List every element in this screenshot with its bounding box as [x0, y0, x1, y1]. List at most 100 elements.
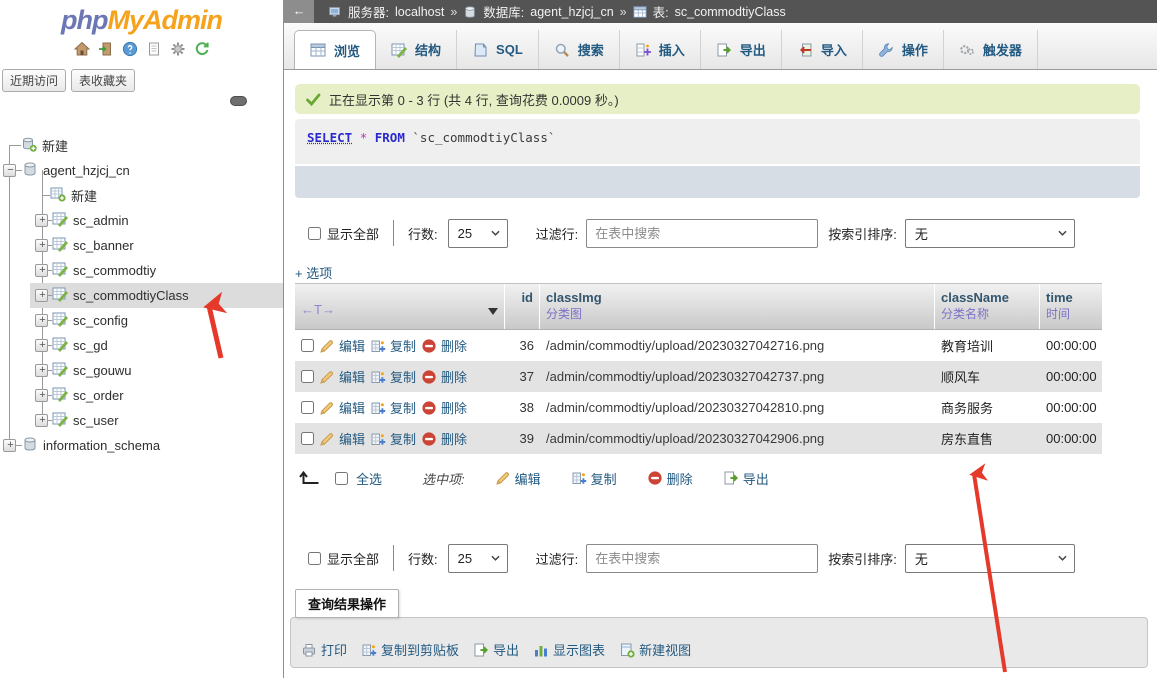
settings-icon[interactable]	[170, 41, 186, 60]
copy-row-link[interactable]: 复制	[370, 367, 416, 386]
copy-row-link[interactable]: 复制	[370, 398, 416, 417]
edit-row-link[interactable]: 编辑	[319, 429, 365, 448]
sort-by-key-select[interactable]: 无	[905, 544, 1075, 573]
recent-tables-button[interactable]: 近期访问	[2, 69, 66, 92]
print-link[interactable]: 打印	[301, 640, 347, 659]
breadcrumb-db-value[interactable]: agent_hzjcj_cn	[530, 5, 613, 19]
navigation-icon-row	[0, 41, 283, 60]
favorite-tables-button[interactable]: 表收藏夹	[71, 69, 135, 92]
tab-operations[interactable]: 操作	[863, 30, 944, 69]
tree-item-sc-commodtiyclass[interactable]: sc_commodtiyClass	[0, 283, 283, 308]
collapse-navigation-icon[interactable]	[230, 96, 247, 106]
tree-item-database-agent-hzjcj-cn[interactable]: agent_hzjcj_cn	[0, 158, 283, 183]
table-icon	[52, 286, 68, 305]
breadcrumb-server-value[interactable]: localhost	[395, 5, 444, 19]
sql-keyword-select[interactable]: SELECT	[307, 130, 352, 145]
options-toggle-link[interactable]: + 选项	[295, 263, 332, 282]
cell-id: 38	[505, 400, 540, 415]
filter-rows-input[interactable]	[586, 219, 818, 248]
tree-item-sc-config[interactable]: sc_config	[0, 308, 283, 333]
column-header-classimg[interactable]: classImg分类图	[540, 284, 935, 329]
logout-icon[interactable]	[98, 41, 114, 60]
expand-plus-icon[interactable]	[35, 339, 48, 352]
tree-item-new-table[interactable]: 新建	[0, 183, 283, 208]
expand-plus-icon[interactable]	[35, 239, 48, 252]
tree-item-sc-order[interactable]: sc_order	[0, 383, 283, 408]
delete-row-link[interactable]: 删除	[421, 429, 467, 448]
display-chart-link[interactable]: 显示图表	[533, 640, 605, 659]
rows-count-select[interactable]: 25	[448, 219, 508, 248]
expand-plus-icon[interactable]	[35, 389, 48, 402]
cell-time: 00:00:00	[1040, 369, 1102, 384]
column-header-classname[interactable]: className分类名称	[935, 284, 1040, 329]
show-all-checkbox[interactable]	[308, 552, 321, 565]
bulk-export-link[interactable]: 导出	[723, 469, 769, 488]
query-results-operations: 打印 复制到剪贴板 导出 显示图表 新建视图	[290, 617, 1148, 668]
expand-plus-icon[interactable]	[35, 264, 48, 277]
edit-row-link[interactable]: 编辑	[319, 367, 365, 386]
delete-row-link[interactable]: 删除	[421, 398, 467, 417]
with-selected-bar: 全选 选中项: 编辑 复制 删除 导出	[295, 460, 769, 496]
check-all-checkbox[interactable]	[335, 472, 348, 485]
row-checkbox[interactable]	[301, 432, 314, 445]
sort-by-key-select[interactable]: 无	[905, 219, 1075, 248]
delete-row-link[interactable]: 删除	[421, 336, 467, 355]
tree-item-sc-admin[interactable]: sc_admin	[0, 208, 283, 233]
tab-export[interactable]: 导出	[701, 30, 782, 69]
database-icon	[463, 5, 477, 19]
breadcrumb-table-value[interactable]: sc_commodtiyClass	[675, 5, 786, 19]
expand-plus-icon[interactable]	[35, 414, 48, 427]
edit-row-link[interactable]: 编辑	[319, 398, 365, 417]
copy-row-link[interactable]: 复制	[370, 336, 416, 355]
export-link[interactable]: 导出	[473, 640, 519, 659]
tab-structure[interactable]: 结构	[376, 30, 457, 69]
tab-triggers[interactable]: 触发器	[944, 30, 1038, 69]
tab-import[interactable]: 导入	[782, 30, 863, 69]
sort-options-icon[interactable]	[488, 308, 498, 315]
copy-row-link[interactable]: 复制	[370, 429, 416, 448]
expand-plus-icon[interactable]	[35, 214, 48, 227]
tree-item-sc-user[interactable]: sc_user	[0, 408, 283, 433]
check-all-link[interactable]: 全选	[356, 469, 382, 488]
expand-plus-icon[interactable]	[3, 439, 16, 452]
tree-item-information-schema[interactable]: information_schema	[0, 433, 283, 458]
bulk-edit-link[interactable]: 编辑	[495, 469, 541, 488]
sql-icon	[472, 42, 488, 58]
row-checkbox[interactable]	[301, 401, 314, 414]
tree-item-new-database[interactable]: 新建	[0, 133, 283, 158]
edit-row-link[interactable]: 编辑	[319, 336, 365, 355]
show-all-checkbox[interactable]	[308, 227, 321, 240]
rows-count-select[interactable]: 25	[448, 544, 508, 573]
filter-rows-input[interactable]	[586, 544, 818, 573]
cell-classimg: /admin/commodtiy/upload/20230327042810.p…	[540, 400, 935, 415]
tab-search[interactable]: 搜索	[539, 30, 620, 69]
tree-item-sc-banner[interactable]: sc_banner	[0, 233, 283, 258]
help-icon[interactable]	[122, 41, 138, 60]
create-view-link[interactable]: 新建视图	[619, 640, 691, 659]
tab-insert[interactable]: 插入	[620, 30, 701, 69]
tree-item-sc-gouwu[interactable]: sc_gouwu	[0, 358, 283, 383]
column-header-id[interactable]: id	[505, 284, 540, 329]
nav-arrows-label[interactable]: ←T→	[301, 302, 335, 318]
table-row: 编辑 复制 删除 38 /admin/commodtiy/upload/2023…	[295, 392, 1102, 423]
expand-plus-icon[interactable]	[35, 289, 48, 302]
tab-browse[interactable]: 浏览	[294, 30, 376, 69]
collapse-minus-icon[interactable]	[3, 164, 16, 177]
row-checkbox[interactable]	[301, 339, 314, 352]
back-button[interactable]: ←	[284, 0, 314, 23]
bulk-delete-link[interactable]: 删除	[647, 469, 693, 488]
docs-icon[interactable]	[146, 41, 162, 60]
delete-row-link[interactable]: 删除	[421, 367, 467, 386]
column-header-nav: ←T→	[295, 284, 505, 329]
tree-item-sc-gd[interactable]: sc_gd	[0, 333, 283, 358]
expand-plus-icon[interactable]	[35, 364, 48, 377]
tree-item-sc-commodtiy[interactable]: sc_commodtiy	[0, 258, 283, 283]
refresh-icon[interactable]	[194, 41, 210, 60]
bulk-copy-link[interactable]: 复制	[571, 469, 617, 488]
copy-to-clipboard-link[interactable]: 复制到剪贴板	[361, 640, 459, 659]
row-checkbox[interactable]	[301, 370, 314, 383]
tab-sql[interactable]: SQL	[457, 30, 539, 69]
column-header-time[interactable]: time时间	[1040, 284, 1102, 329]
expand-plus-icon[interactable]	[35, 314, 48, 327]
home-icon[interactable]	[74, 41, 90, 60]
